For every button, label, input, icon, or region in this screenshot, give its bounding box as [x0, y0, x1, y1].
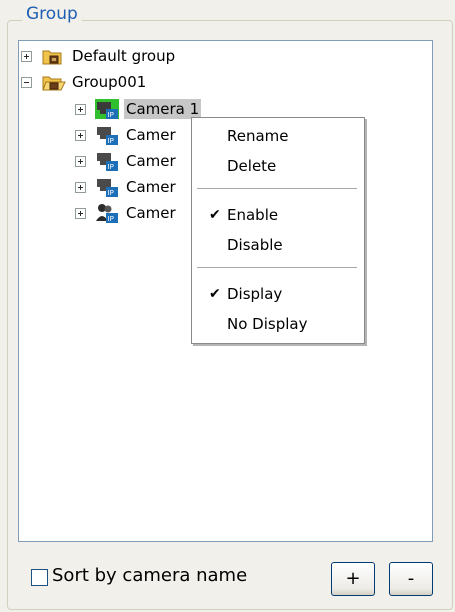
- expand-icon[interactable]: [75, 181, 86, 193]
- menu-item-label: Rename: [227, 127, 289, 145]
- menu-item-disable[interactable]: Disable: [192, 231, 364, 259]
- menu-item-label: Display: [227, 285, 283, 303]
- ip-camera-icon: IP: [97, 127, 118, 145]
- ip-camera-icon: IP: [97, 179, 118, 197]
- tree-node-default-group[interactable]: Default group: [21, 43, 177, 69]
- folder-icon: [42, 50, 62, 65]
- group-panel: Group Default group Group001 IP Camera 1…: [0, 0, 455, 612]
- tree-node-camera[interactable]: IP Camer: [75, 174, 178, 200]
- tree-node-label: Camer: [126, 178, 176, 196]
- folder-open-icon: [42, 76, 66, 91]
- menu-item-label: Enable: [227, 206, 279, 224]
- tree-node-label: Camer: [126, 126, 176, 144]
- svg-text:IP: IP: [108, 137, 114, 145]
- menu-separator: [197, 188, 357, 189]
- menu-item-no-display[interactable]: No Display: [192, 310, 364, 338]
- menu-item-rename[interactable]: Rename: [192, 122, 364, 150]
- tree-node-group001[interactable]: Group001: [21, 69, 148, 95]
- expand-icon[interactable]: [21, 50, 32, 62]
- menu-item-label: No Display: [227, 315, 308, 333]
- checkmark-icon: ✔: [209, 207, 221, 223]
- sort-by-name-checkbox[interactable]: [31, 569, 48, 586]
- expand-icon[interactable]: [75, 207, 86, 219]
- collapse-icon[interactable]: [21, 76, 32, 88]
- svg-text:IP: IP: [108, 215, 114, 223]
- tree-node-label: Group001: [72, 73, 147, 91]
- ip-camera-person-icon: IP: [96, 204, 118, 223]
- svg-text:IP: IP: [108, 163, 114, 171]
- ip-camera-icon: IP: [97, 153, 118, 171]
- context-menu: Rename Delete ✔ Enable Disable ✔ Display…: [191, 117, 365, 344]
- ip-camera-active-icon: IP: [95, 99, 119, 119]
- menu-item-enable[interactable]: ✔ Enable: [192, 201, 364, 229]
- tree-node-label: Camer: [126, 204, 176, 222]
- tree-node-camera-1[interactable]: IP Camera 1: [75, 96, 202, 122]
- menu-item-label: Delete: [227, 157, 277, 175]
- tree-node-camera[interactable]: IP Camer: [75, 200, 178, 226]
- sort-by-name-label[interactable]: Sort by camera name: [52, 565, 247, 586]
- menu-item-display[interactable]: ✔ Display: [192, 280, 364, 308]
- menu-item-label: Disable: [227, 236, 283, 254]
- svg-text:IP: IP: [108, 189, 114, 197]
- tree-node-camera[interactable]: IP Camer: [75, 122, 178, 148]
- checkmark-icon: ✔: [209, 286, 221, 302]
- expand-icon[interactable]: [75, 155, 86, 167]
- tree-node-label: Default group: [72, 47, 176, 65]
- menu-separator: [197, 267, 357, 268]
- menu-item-delete[interactable]: Delete: [192, 152, 364, 180]
- remove-button[interactable]: -: [389, 562, 433, 596]
- svg-text:IP: IP: [108, 111, 114, 119]
- tree-node-camera[interactable]: IP Camer: [75, 148, 178, 174]
- tree-node-label: Camera 1: [124, 99, 202, 119]
- expand-icon[interactable]: [75, 103, 86, 115]
- group-title: Group: [22, 4, 82, 24]
- add-button[interactable]: +: [331, 562, 375, 596]
- expand-icon[interactable]: [75, 129, 86, 141]
- tree-node-label: Camer: [126, 152, 176, 170]
